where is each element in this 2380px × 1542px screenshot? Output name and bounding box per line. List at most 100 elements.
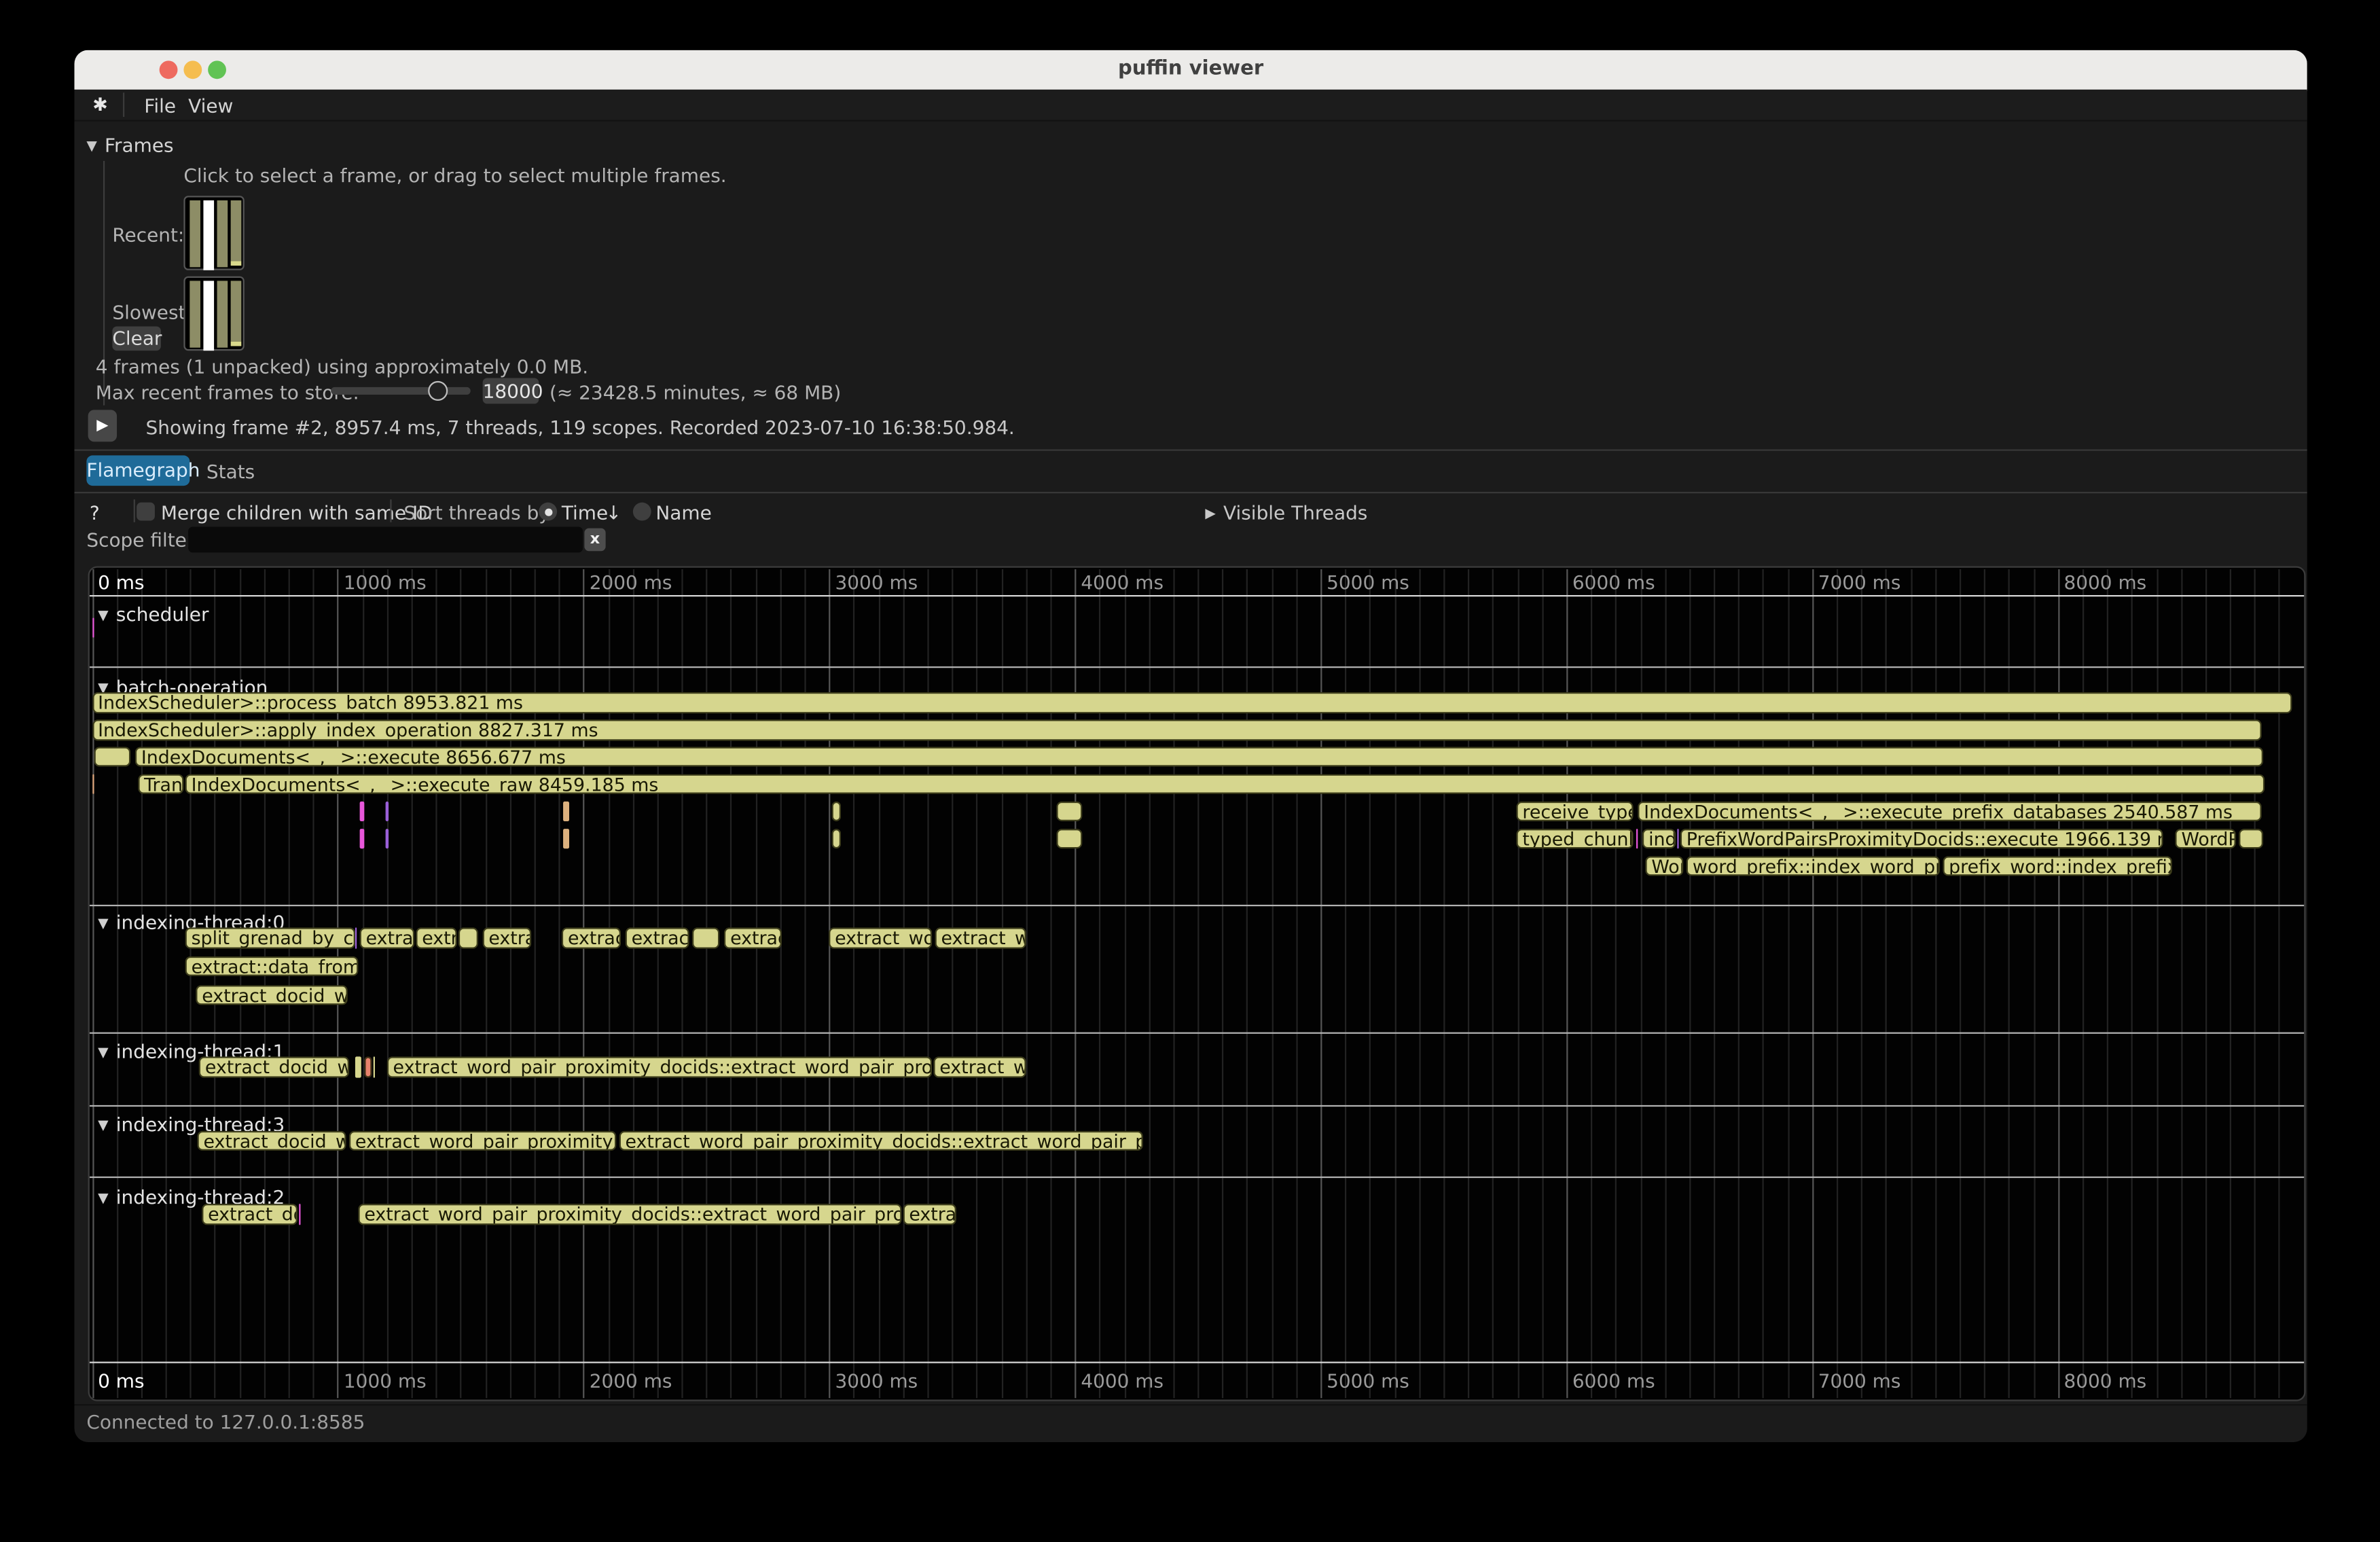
tab-flamegraph[interactable]: Flamegraph (86, 455, 190, 486)
max-frames-value[interactable]: 18000 (483, 378, 539, 404)
scope-bar[interactable]: extract_docid_word (199, 1056, 349, 1077)
scope-bar[interactable] (1056, 801, 1082, 821)
max-frames-slider[interactable] (331, 387, 471, 395)
scope-bar[interactable] (363, 1056, 371, 1077)
scope-bar[interactable]: extra (416, 927, 456, 948)
menu-divider (123, 92, 124, 117)
scope-bar[interactable] (386, 801, 389, 821)
axis-tick-label: 3000 ms (835, 571, 918, 594)
scope-bar[interactable] (832, 828, 842, 848)
sort-time-label[interactable]: Time (562, 501, 608, 524)
scope-bar[interactable]: extract_word (829, 927, 932, 948)
showing-frame-text: Showing frame #2, 8957.4 ms, 7 threads, … (146, 415, 1015, 438)
scope-bar[interactable]: extract_wo (935, 927, 1026, 948)
frames-section-header[interactable]: ▼Frames (86, 134, 173, 157)
axis-tick-label: 4000 ms (1081, 1369, 1164, 1393)
scope-bar[interactable] (360, 801, 364, 821)
scope-bar[interactable]: IndexDocuments<_, _>::execute_raw 8459.1… (185, 774, 2264, 794)
frame-thumbnail-recent[interactable] (183, 196, 244, 270)
scope-bar[interactable]: extract_word_pair_proximity_docids::extr… (619, 1130, 1143, 1151)
scope-bar[interactable] (458, 927, 478, 948)
scope-bar[interactable]: extract_word_pair_proximity_docids (349, 1130, 616, 1151)
scope-bar[interactable] (92, 617, 94, 638)
axis-tick-label: 0 ms (98, 571, 144, 594)
scope-bar[interactable]: WordPr (2176, 828, 2236, 848)
app-icon[interactable]: ✱ (92, 94, 107, 115)
axis-tick-label: 2000 ms (590, 571, 672, 594)
scope-bar[interactable] (563, 828, 569, 848)
visible-threads-header[interactable]: ▶Visible Threads (1205, 501, 1367, 524)
frame-bar (231, 281, 242, 346)
scope-bar[interactable]: extract_ (562, 927, 621, 948)
play-button[interactable]: ▶ (88, 410, 117, 442)
scope-bar[interactable]: Trans (138, 774, 183, 794)
scope-bar[interactable]: IndexDocuments<_, _>::execute 8656.677 m… (135, 747, 2262, 767)
titlebar: puffin viewer (75, 50, 2307, 91)
scope-bar[interactable]: split_grenad_by_chun (185, 927, 355, 948)
scope-bar[interactable]: word_prefix::index_word_prefix_ (1687, 855, 1940, 876)
scope-bar[interactable] (360, 828, 364, 848)
frame-bar (231, 200, 242, 266)
scope-bar[interactable]: index (1642, 828, 1676, 848)
scope-bar[interactable]: extract_word_pair_proximity_docids::extr… (387, 1056, 932, 1077)
flamegraph-panel[interactable]: 0 ms0 ms1000 ms1000 ms2000 ms2000 ms3000… (87, 565, 2305, 1401)
scope-bar[interactable] (1678, 828, 1680, 848)
scope-bar[interactable]: extract_doc (202, 1204, 298, 1225)
scope-bar[interactable] (1056, 828, 1082, 848)
scope-bar[interactable] (692, 927, 719, 948)
merge-children-label[interactable]: Merge children with same ID (161, 501, 433, 524)
thread-header[interactable]: ▼scheduler (98, 602, 209, 625)
scope-bar[interactable]: PrefixWordPairsProximityDocids::execute … (1680, 828, 2163, 848)
menu-file[interactable]: File (144, 94, 176, 118)
frame-thumbnail-slowest[interactable] (183, 276, 244, 351)
scope-bar[interactable] (2239, 828, 2263, 848)
scope-bar[interactable] (92, 774, 94, 794)
scope-bar[interactable] (373, 1056, 375, 1077)
scope-bar[interactable]: extrac (482, 927, 531, 948)
scope-bar[interactable] (386, 828, 389, 848)
scope-bar[interactable]: IndexDocuments<_, _>::execute_prefix_dat… (1638, 801, 2262, 821)
sort-name-radio[interactable] (633, 503, 651, 521)
sort-direction-icon[interactable]: ↓ (606, 501, 621, 524)
frames-header-label: Frames (105, 134, 174, 157)
sort-time-radio[interactable] (539, 503, 557, 521)
scope-bar[interactable]: extract_docid_word (198, 1130, 346, 1151)
scope-bar[interactable] (94, 747, 131, 767)
scope-bar[interactable]: extract_wo (933, 1056, 1026, 1077)
scope-bar[interactable]: receive_typed_ (1516, 801, 1633, 821)
expand-icon: ▶ (1205, 507, 1215, 522)
scope-bar[interactable] (355, 1056, 361, 1077)
divider (75, 1404, 2307, 1405)
clear-filter-button[interactable]: x (584, 528, 605, 552)
slowest-label: Slowest: (112, 300, 192, 323)
window-title: puffin viewer (75, 58, 2307, 81)
scope-bar[interactable] (832, 801, 842, 821)
sort-name-label[interactable]: Name (655, 501, 711, 524)
scope-bar[interactable]: extract (724, 927, 782, 948)
scope-bar[interactable]: extract_ (626, 927, 689, 948)
merge-children-checkbox[interactable] (137, 503, 155, 521)
scope-bar[interactable]: extract_docid_word (196, 984, 348, 1005)
scope-bar[interactable]: extract_word_pair_proximity_docids::extr… (358, 1204, 901, 1225)
menubar: ✱ File View (75, 90, 2307, 122)
scope-bar[interactable]: extrac (903, 1204, 956, 1225)
scope-filter-input[interactable] (188, 526, 583, 552)
slider-knob[interactable] (428, 381, 448, 401)
scope-bar[interactable] (355, 927, 357, 948)
scope-bar[interactable] (563, 801, 569, 821)
scope-bar[interactable]: IndexScheduler>::process_batch 8953.821 … (92, 692, 2292, 713)
scope-bar[interactable] (1636, 828, 1638, 848)
scope-bar[interactable]: prefix_word::index_prefix_wo (1943, 855, 2172, 876)
scope-bar[interactable] (298, 1204, 300, 1225)
menu-view[interactable]: View (188, 94, 233, 118)
scope-bar[interactable]: extract::data_from_ob (185, 956, 359, 976)
axis-tick-label: 6000 ms (1572, 571, 1655, 594)
scope-bar[interactable]: Word (1645, 855, 1683, 876)
scope-bar[interactable]: extract (360, 927, 415, 948)
help-button[interactable]: ? (90, 501, 100, 524)
scope-bar[interactable]: IndexScheduler>::apply_index_operation 8… (92, 719, 2261, 740)
axis-tick-label: 4000 ms (1081, 571, 1164, 594)
scope-bar[interactable]: typed_chunk::w (1516, 828, 1633, 848)
clear-button[interactable]: Clear (112, 326, 161, 351)
tab-stats[interactable]: Stats (206, 460, 255, 483)
